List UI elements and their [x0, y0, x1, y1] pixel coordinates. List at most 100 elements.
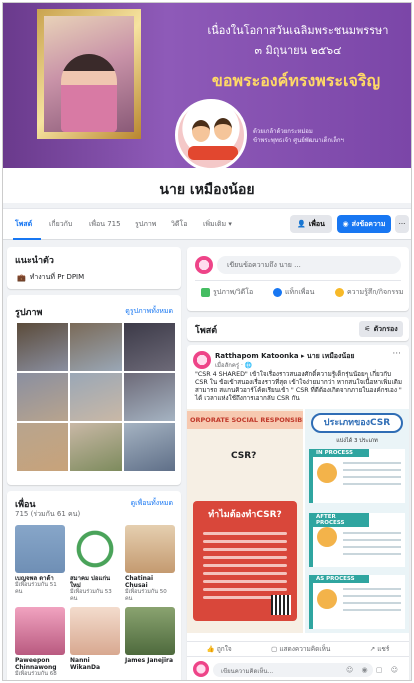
work-info: 💼 ทำงานที่ Pr DPIM	[17, 272, 84, 283]
briefcase-icon: 💼	[17, 273, 26, 282]
photo-thumbnail[interactable]	[17, 373, 69, 421]
tag-friends-label: แท็กเพื่อน	[285, 288, 315, 296]
author-avatar[interactable]	[193, 351, 211, 369]
photo-thumbnail[interactable]	[70, 423, 122, 471]
photo-video-button[interactable]: รูปภาพ/วิดีโอ	[201, 287, 253, 298]
photo-thumbnail[interactable]	[17, 323, 69, 371]
post-timestamp[interactable]: เมื่อสักครู่ · 🌐	[215, 360, 252, 370]
posts-title: โพสต์	[195, 326, 218, 336]
qr-code-icon	[271, 595, 291, 615]
post-image-left[interactable]: ORPORATE SOCIAL RESPONSIBILI CSR? ทำไมต้…	[187, 409, 303, 633]
friend-mutual: มีเพื่อนร่วมกัน 53 คน	[70, 589, 112, 602]
tab-posts[interactable]: โพสต์	[15, 219, 32, 230]
image-panel-title: ทำไมต้องทำCSR?	[208, 510, 282, 520]
friends-button-label: เพื่อน	[308, 219, 325, 228]
profile-name: นาย เหมืองน้อย	[159, 182, 255, 198]
like-button[interactable]: 👍 ถูกใจ	[207, 644, 232, 654]
like-label: ถูกใจ	[216, 645, 232, 653]
tab-photos[interactable]: รูปภาพ	[135, 219, 156, 230]
tab-more[interactable]: เพิ่มเติม ▾	[203, 219, 232, 230]
thumbs-up-icon: 👍	[206, 645, 217, 653]
comment-tools[interactable]: ☺ ◉ ▢ ☺	[346, 666, 401, 674]
post-card: Ratthapom Katoonka ▸ นาย เหมืองน้อย เมื่…	[187, 345, 409, 680]
feeling-label: ความรู้สึก/กิจกรรม	[347, 288, 404, 296]
stage-label: AS PROCESS	[313, 575, 369, 583]
friend-name[interactable]: James Janejira	[125, 657, 175, 664]
see-all-friends-link[interactable]: ดูเพื่อนทั้งหมด	[131, 498, 173, 509]
photos-card: รูปภาพ ดูรูปภาพทั้งหมด	[7, 295, 181, 485]
profile-page: เนื่องในโอกาสวันเฉลิมพระชนมพรรษา ๓ มิถุน…	[2, 2, 412, 681]
friend-photo[interactable]	[15, 525, 65, 573]
friend-item[interactable]: เบญจพล ดาต้า มีเพื่อนร่วมกัน 51 คน	[15, 525, 65, 603]
composer-input[interactable]: เขียนข้อความถึง นาย ...	[217, 256, 401, 274]
messenger-icon: ◉	[342, 220, 349, 228]
cover-subtext-2: ข้าพระพุทธเจ้า ศูนย์พัฒนาเด็กเล็กฯ	[253, 137, 344, 144]
friend-name[interactable]: สมาคม ปอแก่น ใหม่	[70, 575, 120, 589]
tab-about[interactable]: เกี่ยวกับ	[49, 219, 72, 230]
comment-label: แสดงความคิดเห็น	[279, 645, 331, 653]
friend-mutual: มีเพื่อนร่วมกัน 68	[15, 671, 57, 677]
friend-mutual: มีเพื่อนร่วมกัน 51 คน	[15, 582, 57, 595]
tab-videos[interactable]: วิดีโอ	[171, 219, 187, 230]
tag-friends-button[interactable]: แท็กเพื่อน	[273, 287, 314, 298]
image-red-panel: ทำไมต้องทำCSR?	[193, 501, 297, 621]
post-more-button[interactable]: ···	[392, 349, 401, 359]
see-all-photos-link[interactable]: ดูรูปภาพทั้งหมด	[125, 306, 173, 317]
stage-in-process: IN PROCESS	[309, 449, 405, 503]
post-composer: เขียนข้อความถึง นาย ... รูปภาพ/วิดีโอ แท…	[187, 247, 409, 311]
image-banner-text: ORPORATE SOCIAL RESPONSIBILI	[187, 411, 303, 429]
stage-after-process: AFTER PROCESS	[309, 513, 405, 567]
message-button[interactable]: ◉ ส่งข้อความ	[337, 215, 391, 233]
friend-photo[interactable]	[125, 525, 175, 573]
friend-photo[interactable]	[15, 607, 65, 655]
comment-button[interactable]: ▢ แสดงความคิดเห็น	[271, 644, 330, 654]
friend-name[interactable]: Chatinai Chusai	[125, 575, 175, 589]
friend-photo[interactable]	[70, 607, 120, 655]
photo-icon	[201, 288, 210, 297]
profile-picture[interactable]	[175, 99, 247, 171]
photo-thumbnail[interactable]	[123, 423, 175, 471]
friends-button[interactable]: 👤 เพื่อน	[290, 215, 332, 233]
image-right-title: ประเภทของCSR	[311, 413, 403, 433]
cover-text-line3: ขอพระองค์ทรงพระเจริญ	[211, 71, 381, 90]
friend-item[interactable]: Nanni WikanDa	[70, 607, 120, 678]
friend-mutual: มีเพื่อนร่วมกัน 50 คน	[125, 589, 167, 602]
friend-item[interactable]: James Janejira	[125, 607, 175, 678]
share-button[interactable]: ↗ แชร์	[370, 644, 390, 654]
friend-item[interactable]: สมาคม ปอแก่น ใหม่ มีเพื่อนร่วมกัน 53 คน	[70, 525, 120, 603]
work-text: ทำงานที่ Pr DPIM	[29, 273, 85, 281]
stage-label: IN PROCESS	[313, 449, 369, 457]
friend-item[interactable]: Paweepon Chinnawong มีเพื่อนร่วมกัน 68	[15, 607, 65, 678]
image-question: CSR?	[231, 451, 257, 461]
friend-name[interactable]: Nanni WikanDa	[70, 657, 120, 671]
tag-people-icon	[273, 288, 282, 297]
friends-grid: เบญจพล ดาต้า มีเพื่อนร่วมกัน 51 คน สมาคม…	[15, 525, 175, 678]
filter-button[interactable]: ⚟ ตัวกรอง	[359, 321, 403, 337]
active-tab-indicator	[13, 238, 41, 240]
photo-thumbnail[interactable]	[123, 323, 175, 371]
commenter-avatar	[193, 661, 209, 677]
message-button-label: ส่งข้อความ	[351, 219, 386, 228]
royal-portrait-image	[37, 9, 141, 139]
cover-text-line1: เนื่องในโอกาสวันเฉลิมพระชนมพรรษา	[207, 24, 389, 37]
photo-thumbnail[interactable]	[70, 373, 122, 421]
photo-thumbnail[interactable]	[70, 323, 122, 371]
intro-title: แนะนำตัว	[15, 256, 54, 266]
feeling-button[interactable]: ความรู้สึก/กิจกรรม	[335, 287, 404, 298]
cover-subtext: ด้วยเกล้าด้วยกระหม่อม ข้าพระพุทธเจ้า ศูน…	[253, 127, 344, 145]
more-options-button[interactable]: ···	[395, 215, 409, 233]
tab-friends[interactable]: เพื่อน 715	[89, 219, 121, 230]
friend-photo[interactable]	[125, 607, 175, 655]
friend-photo[interactable]	[70, 525, 120, 573]
avatar	[195, 256, 213, 274]
photo-thumbnail[interactable]	[17, 423, 69, 471]
photo-thumbnail[interactable]	[123, 373, 175, 421]
post-image-right[interactable]: ประเภทของCSR แบ่งได้ 3 ประเภท IN PROCESS…	[305, 409, 409, 633]
stage-label: AFTER PROCESS	[313, 513, 369, 527]
friend-name[interactable]: Paweepon Chinnawong	[15, 657, 65, 671]
friend-name[interactable]: เบญจพล ดาต้า	[15, 575, 65, 582]
post-text: "CSR 4 SHARED" เข้าใจเรื่องราวสนองศักดิ์…	[195, 371, 402, 402]
friend-item[interactable]: Chatinai Chusai มีเพื่อนร่วมกัน 50 คน	[125, 525, 175, 603]
photo-grid	[17, 323, 175, 471]
post-actions: 👍 ถูกใจ ▢ แสดงความคิดเห็น ↗ แชร์	[187, 641, 409, 657]
